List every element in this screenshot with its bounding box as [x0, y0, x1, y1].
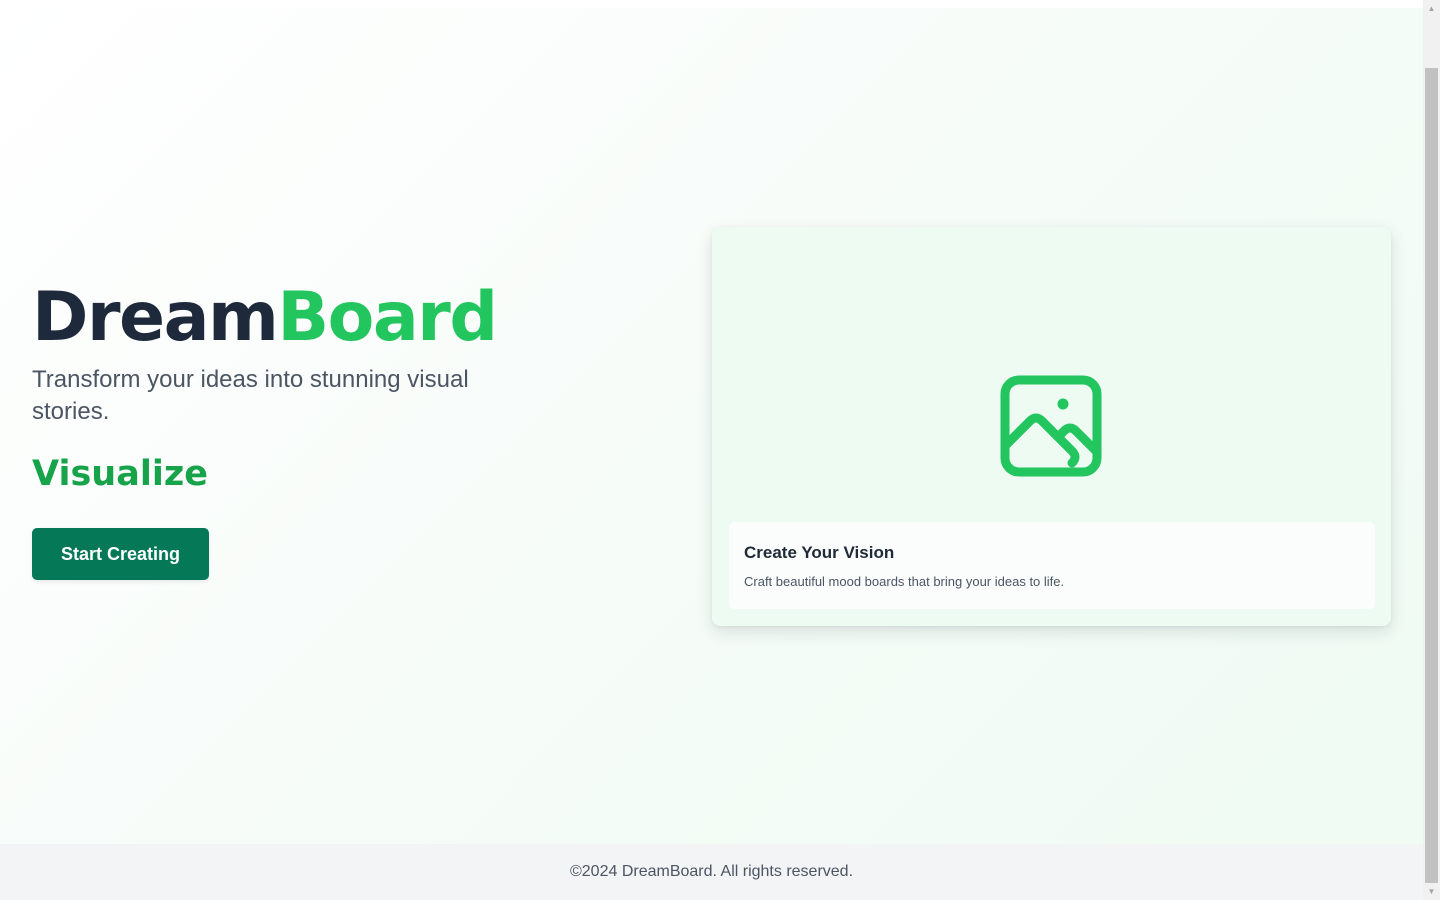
page-footer: ©2024 DreamBoard. All rights reserved. [0, 844, 1423, 900]
top-strip [0, 0, 1423, 8]
brand-title-dream: Dream [32, 278, 279, 357]
hero-tagline: Transform your ideas into stunning visua… [32, 366, 469, 425]
brand-title-board: Board [277, 278, 498, 357]
vertical-scrollbar[interactable]: ▲ ▼ [1423, 0, 1440, 900]
brand-title: DreamBoard [32, 278, 512, 358]
scroll-down-icon[interactable]: ▼ [1423, 883, 1440, 900]
card-title: Create Your Vision [744, 543, 895, 562]
scroll-up-icon[interactable]: ▲ [1423, 0, 1440, 17]
image-icon [1000, 375, 1102, 477]
hero-section: DreamBoard Transform your ideas into stu… [0, 8, 1423, 844]
card-caption: Create Your Vision Craft beautiful mood … [729, 522, 1375, 609]
scrollbar-thumb[interactable] [1425, 68, 1438, 883]
card-description: Craft beautiful mood boards that bring y… [744, 574, 1065, 589]
hero-content: DreamBoard Transform your ideas into stu… [32, 278, 512, 496]
copyright-text: ©2024 DreamBoard. All rights reserved. [569, 863, 854, 880]
feature-card: Create Your Vision Craft beautiful mood … [712, 227, 1391, 626]
start-creating-button[interactable]: Start Creating [32, 528, 209, 580]
rotating-word: Visualize [32, 454, 208, 494]
